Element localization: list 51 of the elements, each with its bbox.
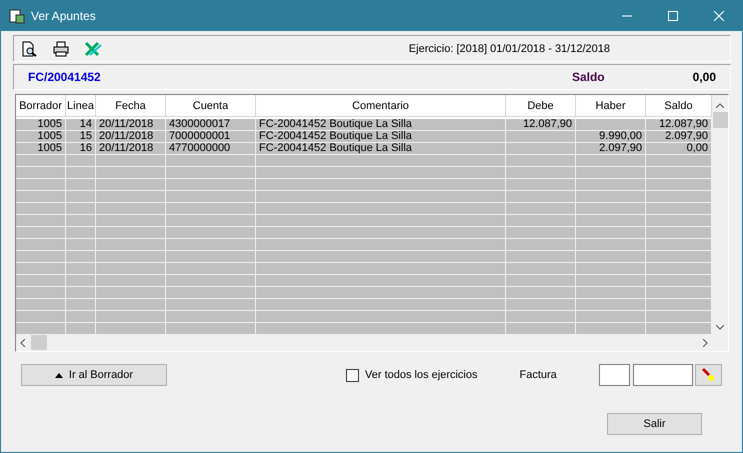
period-label: Ejercicio: [2018] 01/01/2018 - 31/12/2018 <box>408 42 610 54</box>
column-header[interactable]: Haber <box>576 95 646 117</box>
table-cell: 20/11/2018 <box>96 131 166 143</box>
app-icon <box>9 8 25 24</box>
exit-button[interactable]: Salir <box>607 413 702 435</box>
invoice-field[interactable] <box>632 364 693 386</box>
table-cell: 16 <box>66 143 96 155</box>
maximize-icon <box>668 11 678 21</box>
flashlight-icon <box>701 368 716 382</box>
checkbox-label: Ver todos los ejercicios <box>365 369 478 381</box>
column-header[interactable]: Debe <box>506 95 576 117</box>
invoice-label: Factura <box>520 369 557 381</box>
window-title: Ver Apuntes <box>31 9 97 23</box>
table-cell: 4770000000 <box>166 143 256 155</box>
table-cell: 1005 <box>16 143 66 155</box>
table-cell: 12.087,90 <box>506 119 576 131</box>
table-cell: 12.087,90 <box>646 119 712 131</box>
table-cell: FC-20041452 Boutique La Silla <box>256 131 506 143</box>
document-number: FC/20041452 <box>28 70 101 84</box>
balance-label: Saldo <box>572 70 605 84</box>
series-field[interactable] <box>598 364 630 386</box>
column-header[interactable]: Borrador <box>16 95 66 117</box>
table-cell: 1005 <box>16 131 66 143</box>
column-header[interactable]: Saldo <box>646 95 712 117</box>
table-cell: 14 <box>66 119 96 131</box>
table-cell: 7000000001 <box>166 131 256 143</box>
table-cell: FC-20041452 Boutique La Silla <box>256 143 506 155</box>
table-cell: 20/11/2018 <box>96 143 166 155</box>
magnifier-icon <box>21 40 37 56</box>
table-cell: 15 <box>66 131 96 143</box>
up-triangle-icon <box>54 372 63 378</box>
column-header[interactable]: Cuenta <box>166 95 256 117</box>
table-cell: FC-20041452 Boutique La Silla <box>256 119 506 131</box>
column-header[interactable]: Fecha <box>96 95 166 117</box>
column-header[interactable]: Linea <box>66 95 96 117</box>
table-cell: 0,00 <box>646 143 712 155</box>
table-cell: 1005 <box>16 119 66 131</box>
balance-value: 0,00 <box>692 70 716 84</box>
table-cell: 20/11/2018 <box>96 119 166 131</box>
go-to-draft-button[interactable]: Ir al Borrador <box>21 364 167 386</box>
close-icon <box>714 11 724 21</box>
table-cell: 2.097,90 <box>576 143 646 155</box>
table-cell: 2.097,90 <box>646 131 712 143</box>
scroll-thumb[interactable] <box>31 335 47 350</box>
scroll-thumb[interactable] <box>712 112 728 128</box>
table-cell: 4300000017 <box>166 119 256 131</box>
search-button[interactable] <box>694 364 722 386</box>
checkbox[interactable] <box>346 368 359 382</box>
table-cell: 9.990,00 <box>576 131 646 143</box>
printer-icon <box>53 40 69 56</box>
column-header[interactable]: Comentario <box>256 95 506 117</box>
